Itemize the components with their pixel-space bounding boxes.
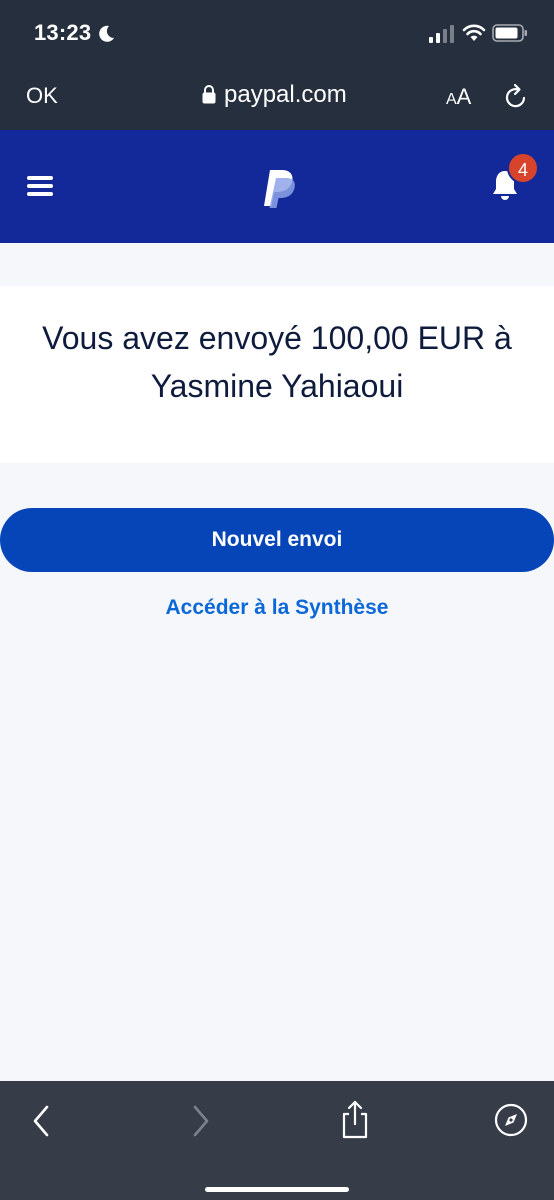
share-icon[interactable] [338, 1099, 372, 1139]
forward-icon[interactable] [188, 1103, 214, 1139]
home-indicator [205, 1187, 349, 1192]
wifi-icon [462, 24, 486, 41]
paypal-header: 4 [0, 130, 554, 243]
url-field[interactable]: paypal.com [224, 81, 347, 109]
status-time: 13:23 [34, 20, 92, 45]
reload-icon[interactable] [503, 82, 529, 110]
battery-icon [492, 24, 527, 42]
menu-icon[interactable] [27, 175, 53, 197]
text-size-large: A [456, 84, 472, 109]
text-size-button[interactable]: AA [446, 84, 476, 109]
moon-icon [99, 25, 114, 42]
back-icon[interactable] [28, 1103, 54, 1139]
confirmation-card: Vous avez envoyé 100,00 EUR à Yasmine Ya… [0, 286, 554, 463]
text-size-small: A [446, 91, 457, 108]
browser-toolbar [0, 1081, 554, 1200]
notification-badge[interactable]: 4 [507, 152, 539, 184]
confirmation-message: Vous avez envoyé 100,00 EUR à Yasmine Ya… [42, 320, 512, 404]
status-bar: 13:23 [0, 0, 554, 66]
lock-icon [202, 85, 216, 104]
signal-icon [429, 25, 454, 43]
browser-done-button[interactable]: OK [26, 83, 58, 109]
compass-icon[interactable] [494, 1103, 528, 1137]
browser-address-bar: OK paypal.com AA [0, 66, 554, 130]
paypal-logo[interactable] [256, 166, 300, 210]
new-send-button[interactable]: Nouvel envoi [0, 508, 554, 572]
summary-link[interactable]: Accéder à la Synthèse [0, 596, 554, 620]
